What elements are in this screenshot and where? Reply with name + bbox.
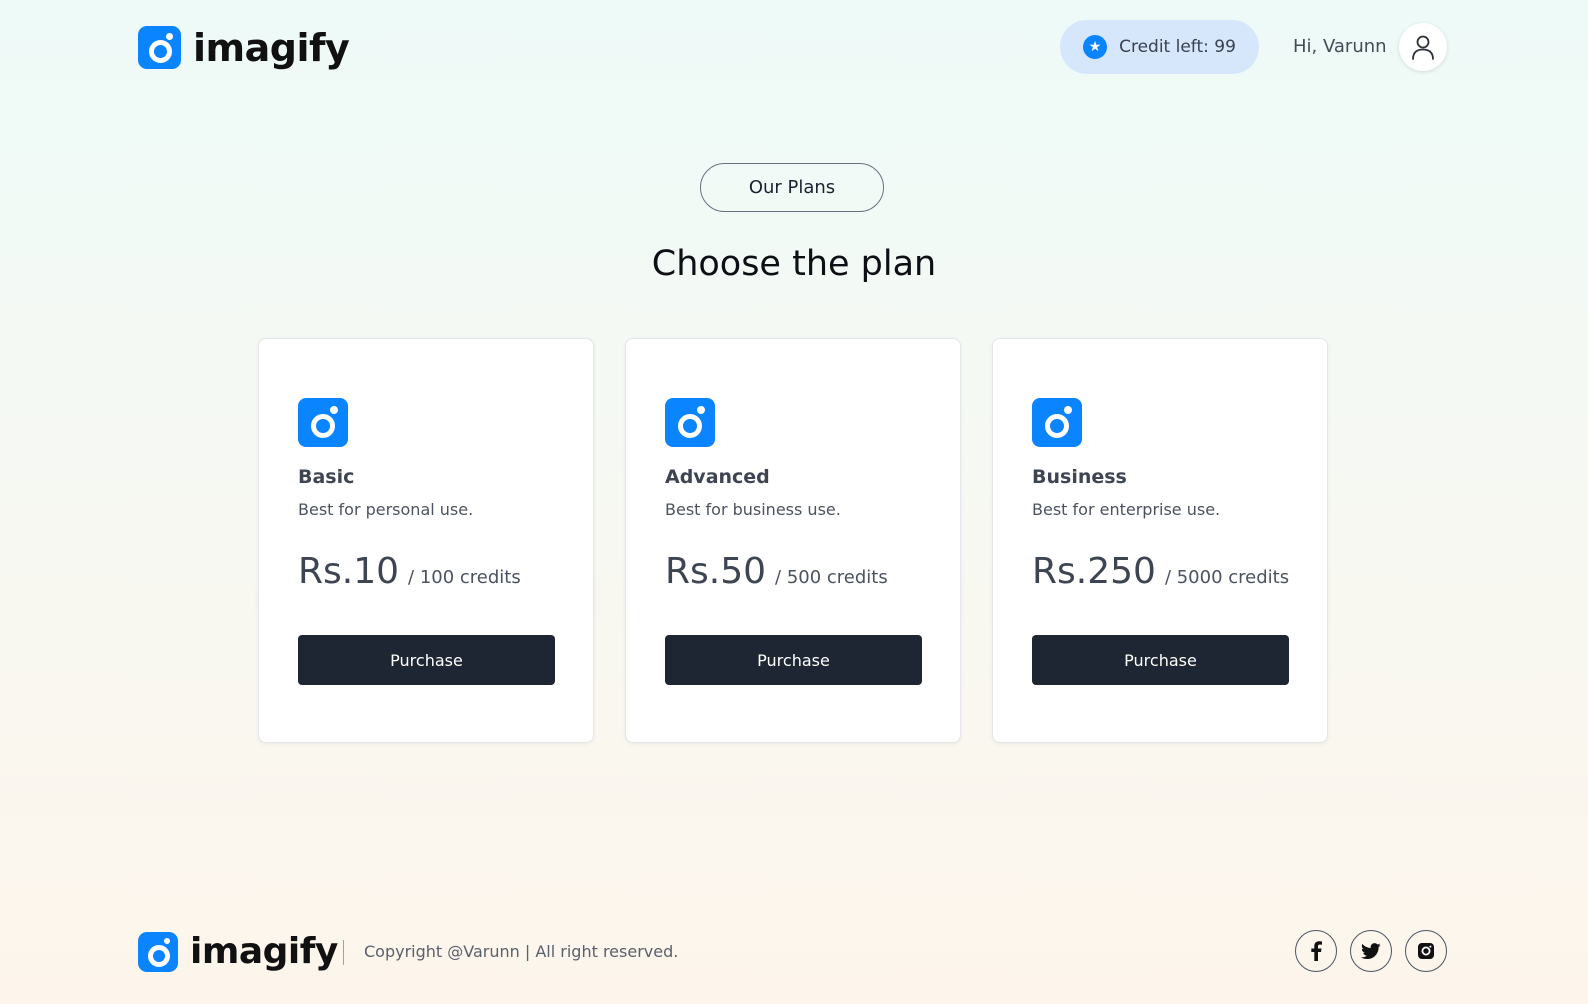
plan-logo-icon xyxy=(1032,398,1082,447)
user-avatar[interactable] xyxy=(1399,23,1447,71)
plan-card-business: Business Best for enterprise use. Rs.250… xyxy=(992,338,1328,743)
instagram-link[interactable] xyxy=(1405,930,1447,972)
plan-name: Advanced xyxy=(665,466,770,488)
plan-logo-icon xyxy=(298,398,348,447)
plan-price-row: Rs.250 / 5000 credits xyxy=(1032,551,1289,592)
plan-credits: / 5000 credits xyxy=(1164,567,1290,588)
plan-credits: / 500 credits xyxy=(775,567,888,588)
purchase-button-business[interactable]: Purchase xyxy=(1032,635,1289,685)
plan-description: Best for business use. xyxy=(665,500,841,519)
plan-credits: / 100 credits xyxy=(408,567,521,588)
plan-logo-icon xyxy=(665,398,715,447)
plan-price: Rs.10 xyxy=(298,551,400,592)
imagify-logo-icon xyxy=(138,932,178,972)
plan-description: Best for enterprise use. xyxy=(1032,500,1221,519)
facebook-icon xyxy=(1311,941,1322,961)
our-plans-badge: Our Plans xyxy=(700,163,884,212)
plan-description: Best for personal use. xyxy=(298,500,474,519)
plan-card-advanced: Advanced Best for business use. Rs.50 / … xyxy=(625,338,961,743)
plan-name: Basic xyxy=(298,466,355,488)
plan-price-row: Rs.10 / 100 credits xyxy=(298,551,521,592)
footer-logo[interactable]: imagify xyxy=(138,932,338,972)
brand-name: imagify xyxy=(193,25,350,70)
plan-price: Rs.50 xyxy=(665,551,767,592)
user-greeting: Hi, Varunn xyxy=(1293,36,1387,57)
purchase-button-advanced[interactable]: Purchase xyxy=(665,635,922,685)
facebook-link[interactable] xyxy=(1295,930,1337,972)
user-icon xyxy=(1412,35,1434,60)
instagram-icon xyxy=(1418,943,1434,959)
twitter-icon xyxy=(1361,942,1381,959)
plan-price: Rs.250 xyxy=(1032,551,1156,592)
credit-label: Credit left: 99 xyxy=(1119,37,1236,57)
twitter-link[interactable] xyxy=(1350,930,1392,972)
star-icon: ★ xyxy=(1083,35,1108,59)
header-logo[interactable]: imagify xyxy=(138,25,350,70)
footer-divider xyxy=(343,940,344,965)
plan-price-row: Rs.50 / 500 credits xyxy=(665,551,888,592)
purchase-button-basic[interactable]: Purchase xyxy=(298,635,555,685)
page-title: Choose the plan xyxy=(651,244,937,284)
copyright-text: Copyright @Varunn | All right reserved. xyxy=(364,942,679,961)
imagify-logo-icon xyxy=(138,26,181,69)
plan-card-basic: Basic Best for personal use. Rs.10 / 100… xyxy=(258,338,594,743)
plan-name: Business xyxy=(1032,466,1127,488)
credits-button[interactable]: ★ Credit left: 99 xyxy=(1060,20,1259,74)
brand-name: imagify xyxy=(190,931,338,972)
